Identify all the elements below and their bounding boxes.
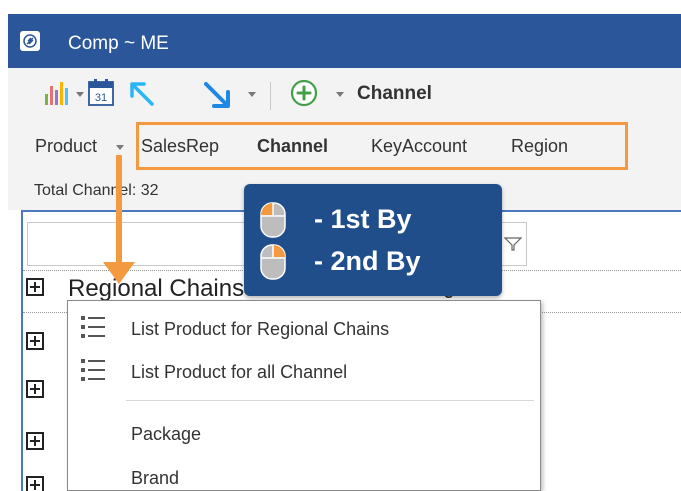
toolbar-channel-label[interactable]: Channel bbox=[357, 83, 432, 105]
expand-row-icon[interactable] bbox=[26, 380, 44, 398]
sort-dropdown-caret[interactable] bbox=[248, 92, 256, 97]
total-channel-count: Total Channel: 32 bbox=[34, 182, 159, 199]
app-logo-icon bbox=[20, 31, 40, 51]
mouse-legend-tooltip: - 1st By - 2nd By bbox=[244, 184, 502, 296]
grouping-bar: Product SalesRep Channel KeyAccount Regi… bbox=[8, 118, 681, 174]
menu-item-label: Brand bbox=[131, 468, 180, 488]
context-menu: List Product for Regional Chains List Pr… bbox=[67, 300, 541, 491]
add-dropdown-caret[interactable] bbox=[336, 92, 344, 97]
group-product[interactable]: Product bbox=[35, 136, 97, 157]
calendar-day: 31 bbox=[95, 92, 107, 104]
tooltip-first-by: - 1st By bbox=[314, 204, 412, 234]
toolbar: 31 Channel bbox=[8, 68, 681, 118]
filter-icon[interactable] bbox=[503, 237, 523, 256]
menu-item-package[interactable]: Package bbox=[68, 411, 540, 455]
window-title: Comp ~ ME bbox=[68, 33, 169, 54]
menu-separator bbox=[126, 400, 534, 401]
product-dropdown-caret[interactable] bbox=[116, 145, 124, 150]
bar-chart-icon[interactable] bbox=[44, 80, 70, 111]
calendar-icon[interactable]: 31 bbox=[88, 78, 114, 111]
list-icon bbox=[81, 359, 105, 381]
title-bar: Comp ~ ME bbox=[8, 14, 681, 68]
add-circle-icon[interactable] bbox=[290, 79, 318, 112]
expand-row-icon[interactable] bbox=[26, 332, 44, 350]
menu-item-brand[interactable]: Brand bbox=[68, 455, 540, 491]
row-label-regional-chains: Regional Chains bbox=[68, 275, 245, 302]
right-click-mouse-icon bbox=[260, 244, 286, 280]
chart-dropdown-caret[interactable] bbox=[76, 92, 84, 97]
arrow-down-right-icon[interactable] bbox=[202, 80, 232, 115]
menu-item-label: List Product for Regional Chains bbox=[131, 319, 390, 339]
menu-item-label: Package bbox=[131, 424, 202, 444]
menu-item-label: List Product for all Channel bbox=[131, 362, 348, 382]
grouping-highlight-box bbox=[136, 122, 628, 170]
annotation-arrow bbox=[116, 155, 122, 263]
toolbar-separator bbox=[270, 82, 271, 110]
menu-item-list-product-all[interactable]: List Product for all Channel bbox=[68, 349, 540, 393]
expand-row-icon[interactable] bbox=[26, 476, 44, 491]
menu-item-list-product-regional[interactable]: List Product for Regional Chains bbox=[68, 306, 540, 350]
list-icon bbox=[81, 316, 105, 338]
expand-row-icon[interactable] bbox=[26, 278, 44, 296]
arrow-up-left-icon[interactable] bbox=[128, 80, 156, 113]
annotation-arrow-head bbox=[103, 262, 135, 284]
tooltip-second-by: - 2nd By bbox=[314, 246, 421, 276]
left-click-mouse-icon bbox=[260, 202, 286, 238]
expand-row-icon[interactable] bbox=[26, 432, 44, 450]
